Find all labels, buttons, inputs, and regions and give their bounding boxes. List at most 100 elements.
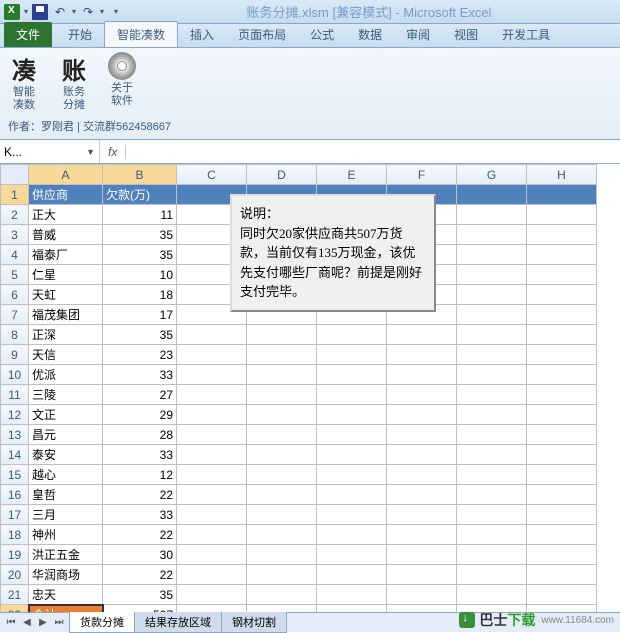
- tab-addin[interactable]: 智能凑数: [104, 21, 178, 47]
- cell[interactable]: 福泰厂: [29, 245, 103, 265]
- row-header[interactable]: 18: [1, 525, 29, 545]
- cell[interactable]: 越心: [29, 465, 103, 485]
- row-header[interactable]: 5: [1, 265, 29, 285]
- row-header[interactable]: 12: [1, 405, 29, 425]
- tab-insert[interactable]: 插入: [178, 22, 226, 47]
- row-header[interactable]: 15: [1, 465, 29, 485]
- cell[interactable]: 33: [103, 365, 177, 385]
- cell[interactable]: 22: [103, 525, 177, 545]
- cell[interactable]: 正大: [29, 205, 103, 225]
- formula-input[interactable]: [126, 144, 620, 159]
- cell[interactable]: 11: [103, 205, 177, 225]
- cell[interactable]: 三陵: [29, 385, 103, 405]
- row-header[interactable]: 2: [1, 205, 29, 225]
- name-box[interactable]: ▼: [0, 140, 100, 163]
- undo-dropdown-icon[interactable]: ▾: [72, 7, 80, 16]
- tab-home[interactable]: 开始: [56, 22, 104, 47]
- col-header-a[interactable]: A: [29, 165, 103, 185]
- tab-review[interactable]: 审阅: [394, 22, 442, 47]
- tab-file[interactable]: 文件: [4, 22, 52, 47]
- cell[interactable]: 33: [103, 505, 177, 525]
- cell[interactable]: 35: [103, 245, 177, 265]
- sheet-tab-3[interactable]: 钢材切割: [221, 612, 287, 633]
- cell[interactable]: 17: [103, 305, 177, 325]
- col-header-b[interactable]: B: [103, 165, 177, 185]
- cell[interactable]: 35: [103, 325, 177, 345]
- cell[interactable]: 福茂集团: [29, 305, 103, 325]
- cell[interactable]: 洪正五金: [29, 545, 103, 565]
- cell[interactable]: 泰安: [29, 445, 103, 465]
- sheet-nav-last-icon[interactable]: ⏭: [52, 617, 66, 628]
- sheet-nav-first-icon[interactable]: ⏮: [4, 617, 18, 628]
- row-header[interactable]: 16: [1, 485, 29, 505]
- name-box-input[interactable]: [4, 145, 74, 159]
- select-all-corner[interactable]: [1, 165, 29, 185]
- cell[interactable]: 天信: [29, 345, 103, 365]
- cell[interactable]: 22: [103, 485, 177, 505]
- cell[interactable]: 28: [103, 425, 177, 445]
- tab-layout[interactable]: 页面布局: [226, 22, 298, 47]
- redo-dropdown-icon[interactable]: ▾: [100, 7, 108, 16]
- cell[interactable]: 合计: [29, 605, 103, 613]
- cell[interactable]: 正深: [29, 325, 103, 345]
- row-header[interactable]: 6: [1, 285, 29, 305]
- row-header[interactable]: 3: [1, 225, 29, 245]
- row-header[interactable]: 19: [1, 545, 29, 565]
- sheet-nav-next-icon[interactable]: ▶: [36, 617, 50, 628]
- qat-dropdown-icon[interactable]: ▾: [24, 7, 32, 16]
- ribbon-btn-fentang[interactable]: 账 账务分摊: [58, 52, 90, 112]
- cell[interactable]: 仁星: [29, 265, 103, 285]
- col-header-c[interactable]: C: [177, 165, 247, 185]
- row-header[interactable]: 13: [1, 425, 29, 445]
- cell[interactable]: 忠天: [29, 585, 103, 605]
- row-header[interactable]: 22: [1, 605, 29, 613]
- cell[interactable]: 10: [103, 265, 177, 285]
- redo-icon[interactable]: ↷: [80, 4, 96, 20]
- cell[interactable]: 30: [103, 545, 177, 565]
- tab-formula[interactable]: 公式: [298, 22, 346, 47]
- cell[interactable]: 优派: [29, 365, 103, 385]
- cell[interactable]: 35: [103, 225, 177, 245]
- note-box[interactable]: 说明： 同时欠20家供应商共507万货款，当前仅有135万现金，该优先支付哪些厂…: [230, 194, 436, 312]
- col-header-e[interactable]: E: [317, 165, 387, 185]
- row-header[interactable]: 8: [1, 325, 29, 345]
- tab-dev[interactable]: 开发工具: [490, 22, 562, 47]
- namebox-dropdown-icon[interactable]: ▼: [86, 147, 95, 157]
- row-header[interactable]: 10: [1, 365, 29, 385]
- row-header[interactable]: 7: [1, 305, 29, 325]
- row-header[interactable]: 14: [1, 445, 29, 465]
- row-header[interactable]: 1: [1, 185, 29, 205]
- sheet-tab-2[interactable]: 结果存放区域: [134, 612, 222, 633]
- tab-data[interactable]: 数据: [346, 22, 394, 47]
- undo-icon[interactable]: ↶: [52, 4, 68, 20]
- cell[interactable]: 29: [103, 405, 177, 425]
- cell[interactable]: 皇哲: [29, 485, 103, 505]
- fx-icon[interactable]: fx: [100, 145, 126, 159]
- cell[interactable]: 供应商: [29, 185, 103, 205]
- cell[interactable]: 507: [103, 605, 177, 613]
- cell[interactable]: 文正: [29, 405, 103, 425]
- col-header-h[interactable]: H: [527, 165, 597, 185]
- excel-logo-icon[interactable]: [4, 4, 20, 20]
- row-header[interactable]: 21: [1, 585, 29, 605]
- row-header[interactable]: 9: [1, 345, 29, 365]
- row-header[interactable]: 20: [1, 565, 29, 585]
- cell[interactable]: 欠款(万): [103, 185, 177, 205]
- col-header-f[interactable]: F: [387, 165, 457, 185]
- cell[interactable]: 昌元: [29, 425, 103, 445]
- cell[interactable]: 三月: [29, 505, 103, 525]
- ribbon-btn-about[interactable]: 关于软件: [108, 52, 136, 108]
- save-icon[interactable]: [32, 4, 48, 20]
- cell[interactable]: 33: [103, 445, 177, 465]
- row-header[interactable]: 4: [1, 245, 29, 265]
- col-header-g[interactable]: G: [457, 165, 527, 185]
- cell[interactable]: 18: [103, 285, 177, 305]
- sheet-tab-1[interactable]: 货款分摊: [69, 612, 135, 633]
- cell[interactable]: 12: [103, 465, 177, 485]
- cell[interactable]: 22: [103, 565, 177, 585]
- ribbon-btn-coushu[interactable]: 凑 智能凑数: [8, 52, 40, 112]
- cell[interactable]: 35: [103, 585, 177, 605]
- cell[interactable]: 23: [103, 345, 177, 365]
- cell[interactable]: 27: [103, 385, 177, 405]
- cell[interactable]: 天虹: [29, 285, 103, 305]
